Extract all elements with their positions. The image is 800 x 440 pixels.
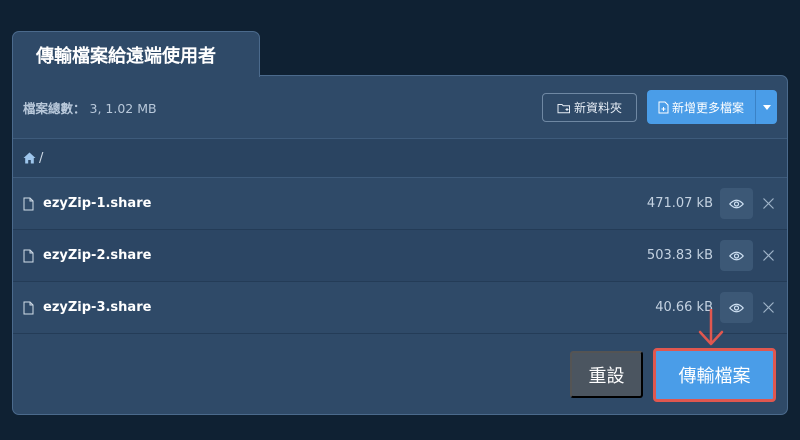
- close-icon: [762, 302, 774, 313]
- file-name: ezyZip-3.share: [43, 300, 152, 315]
- file-summary-label: 檔案總數：: [23, 100, 86, 116]
- close-icon: [762, 250, 774, 261]
- file-summary: 檔案總數： 3, 1.02 MB: [23, 98, 157, 117]
- remove-file-button[interactable]: [760, 196, 776, 212]
- new-folder-button[interactable]: 新資料夾: [542, 93, 637, 122]
- eye-icon: [729, 199, 744, 208]
- add-more-files-button[interactable]: 新增更多檔案: [647, 90, 755, 124]
- file-name: ezyZip-1.share: [43, 196, 152, 211]
- file-plus-icon: [658, 101, 669, 113]
- caret-down-icon: [762, 104, 771, 110]
- eye-icon: [729, 303, 744, 312]
- transfer-files-button[interactable]: 傳輸檔案: [653, 348, 776, 402]
- eye-icon: [729, 251, 744, 260]
- add-more-files-label: 新增更多檔案: [671, 100, 744, 115]
- add-more-files-button-group: 新增更多檔案: [647, 90, 777, 124]
- home-icon[interactable]: [23, 152, 36, 164]
- file-summary-value: 3, 1.02 MB: [89, 100, 157, 116]
- breadcrumb: /: [13, 138, 787, 178]
- file-row: ezyZip-1.share 471.07 kB: [13, 178, 787, 230]
- dialog-footer: 重設 傳輸檔案: [13, 334, 787, 414]
- dialog-tab-title: 傳輸檔案給遠端使用者: [12, 31, 260, 77]
- dialog-title: 傳輸檔案給遠端使用者: [36, 45, 216, 67]
- new-folder-label: 新資料夾: [573, 101, 622, 115]
- file-row: ezyZip-2.share 503.83 kB: [13, 230, 787, 282]
- reset-button[interactable]: 重設: [570, 351, 643, 398]
- file-icon: [23, 301, 34, 314]
- toolbar: 檔案總數： 3, 1.02 MB 新資料夾 新增更多檔案: [13, 76, 787, 138]
- add-more-dropdown-toggle[interactable]: [755, 90, 777, 124]
- remove-file-button[interactable]: [760, 248, 776, 264]
- file-row: ezyZip-3.share 40.66 kB: [13, 282, 787, 334]
- file-size: 503.83 kB: [646, 248, 713, 263]
- folder-plus-icon: [557, 103, 570, 113]
- preview-button[interactable]: [720, 240, 753, 271]
- remove-file-button[interactable]: [760, 300, 776, 316]
- file-icon: [23, 249, 34, 262]
- file-name: ezyZip-2.share: [43, 248, 152, 263]
- annotation-arrow-icon: [698, 309, 724, 346]
- breadcrumb-path[interactable]: /: [39, 151, 43, 166]
- close-icon: [762, 198, 774, 209]
- file-transfer-panel: 檔案總數： 3, 1.02 MB 新資料夾 新增更多檔案 / ezyZip-1.…: [12, 75, 788, 415]
- file-icon: [23, 197, 34, 210]
- file-size: 471.07 kB: [646, 196, 713, 211]
- preview-button[interactable]: [720, 188, 753, 219]
